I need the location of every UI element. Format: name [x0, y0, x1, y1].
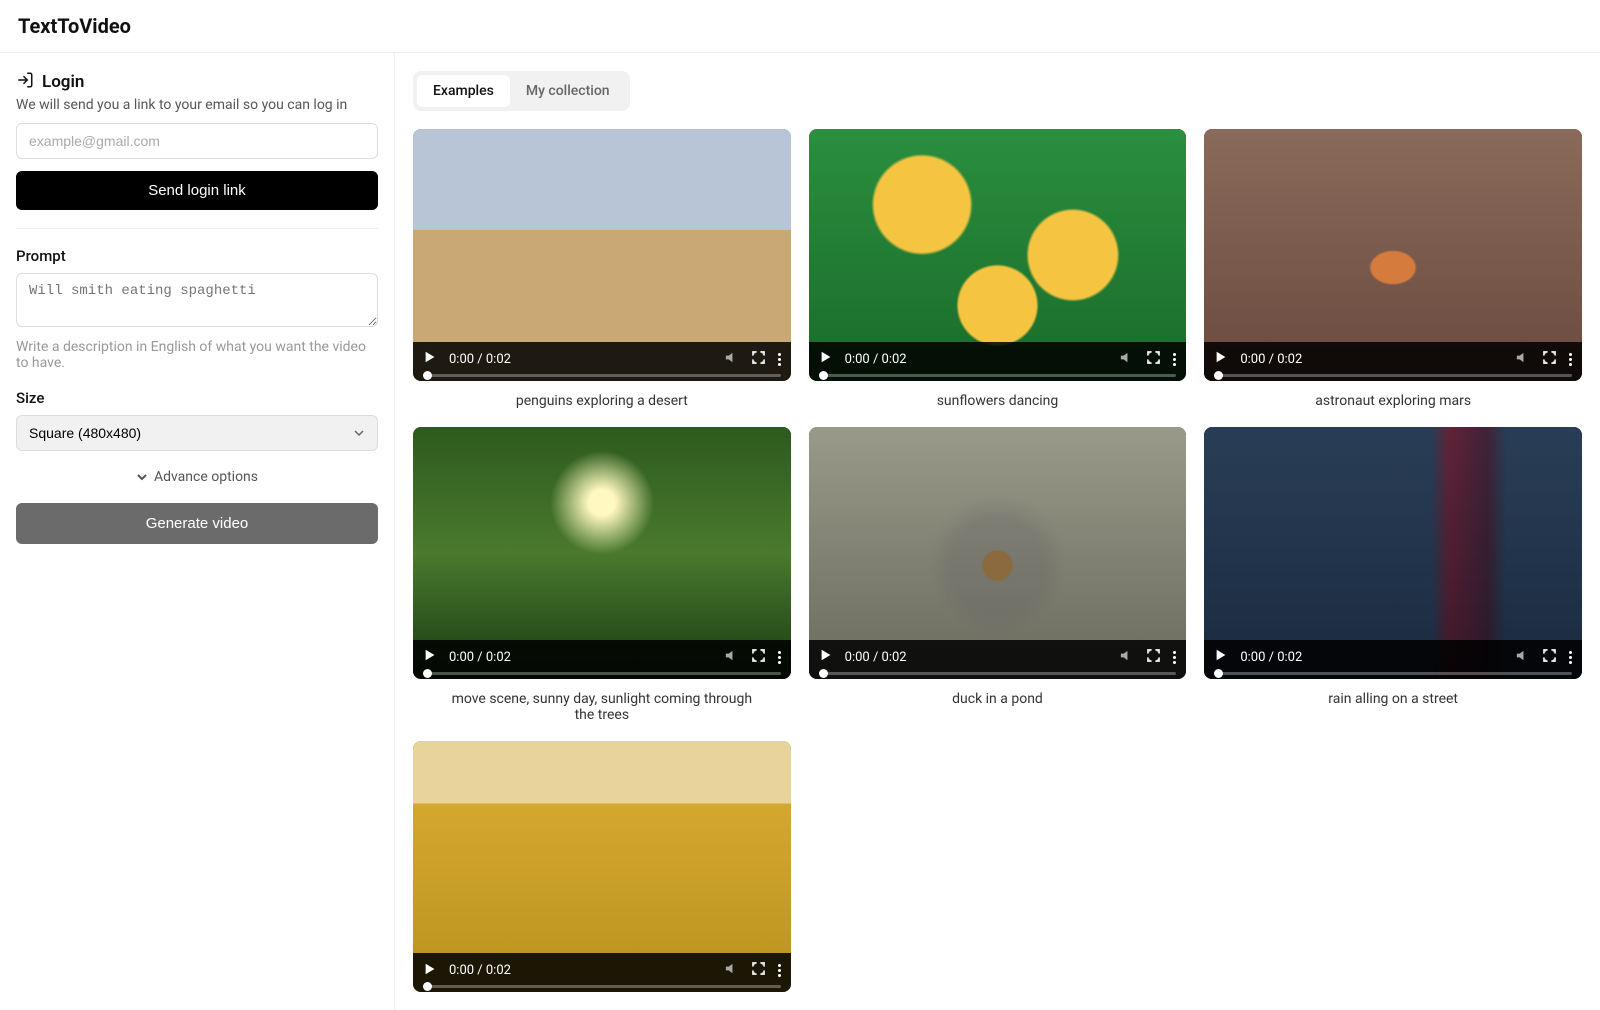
size-select[interactable]: Square (480x480)	[16, 415, 378, 451]
video-player[interactable]: 0:00 / 0:02	[413, 427, 791, 679]
video-time: 0:00 / 0:02	[1240, 352, 1302, 367]
advance-options-toggle[interactable]: Advance options	[16, 469, 378, 485]
volume-icon[interactable]	[724, 648, 739, 667]
example-caption: sunflowers dancing	[937, 393, 1059, 409]
more-icon[interactable]	[1569, 651, 1572, 664]
divider	[16, 228, 378, 229]
play-icon[interactable]	[423, 962, 437, 980]
fullscreen-icon[interactable]	[751, 648, 766, 667]
send-login-button[interactable]: Send login link	[16, 171, 378, 210]
example-card: 0:00 / 0:02 astronaut exploring mars	[1204, 129, 1582, 409]
video-time: 0:00 / 0:02	[449, 963, 511, 978]
volume-icon[interactable]	[1515, 350, 1530, 369]
video-time: 0:00 / 0:02	[845, 352, 907, 367]
tabs: Examples My collection	[413, 71, 630, 111]
play-icon[interactable]	[423, 350, 437, 368]
example-card: 0:00 / 0:02	[413, 741, 791, 993]
example-card: 0:00 / 0:02 penguins exploring a desert	[413, 129, 791, 409]
progress-bar[interactable]	[1214, 374, 1572, 377]
play-icon[interactable]	[1214, 350, 1228, 368]
video-controls: 0:00 / 0:02	[809, 640, 1187, 679]
fullscreen-icon[interactable]	[1542, 648, 1557, 667]
volume-icon[interactable]	[1119, 350, 1134, 369]
play-icon[interactable]	[423, 648, 437, 666]
example-caption: penguins exploring a desert	[516, 393, 688, 409]
video-time: 0:00 / 0:02	[1240, 650, 1302, 665]
video-controls: 0:00 / 0:02	[413, 640, 791, 679]
play-icon[interactable]	[819, 648, 833, 666]
size-label: Size	[16, 389, 378, 407]
more-icon[interactable]	[778, 964, 781, 977]
more-icon[interactable]	[778, 353, 781, 366]
video-controls: 0:00 / 0:02	[1204, 342, 1582, 381]
video-controls: 0:00 / 0:02	[1204, 640, 1582, 679]
volume-icon[interactable]	[724, 961, 739, 980]
more-icon[interactable]	[1173, 651, 1176, 664]
video-time: 0:00 / 0:02	[449, 352, 511, 367]
app-title: TextToVideo	[18, 14, 1582, 38]
progress-bar[interactable]	[423, 374, 781, 377]
video-time: 0:00 / 0:02	[845, 650, 907, 665]
examples-grid: 0:00 / 0:02penguins exploring a desert0:…	[413, 129, 1582, 992]
progress-bar[interactable]	[423, 985, 781, 988]
generate-video-button[interactable]: Generate video	[16, 503, 378, 544]
video-player[interactable]: 0:00 / 0:02	[809, 129, 1187, 381]
fullscreen-icon[interactable]	[751, 961, 766, 980]
main-content: Examples My collection 0:00 / 0:02 pengui…	[395, 53, 1600, 1010]
example-card: 0:00 / 0:02 duck in a pond	[809, 427, 1187, 723]
example-caption: move scene, sunny day, sunlight coming t…	[442, 691, 762, 723]
video-controls: 0:00 / 0:02	[413, 342, 791, 381]
chevron-down-icon	[136, 471, 148, 483]
fullscreen-icon[interactable]	[751, 350, 766, 369]
progress-bar[interactable]	[423, 672, 781, 675]
volume-icon[interactable]	[1515, 648, 1530, 667]
login-title: Login	[42, 72, 84, 92]
tab-my-collection[interactable]: My collection	[510, 75, 626, 107]
more-icon[interactable]	[1569, 353, 1572, 366]
volume-icon[interactable]	[724, 350, 739, 369]
video-player[interactable]: 0:00 / 0:02	[1204, 129, 1582, 381]
video-time: 0:00 / 0:02	[449, 650, 511, 665]
example-card: 0:00 / 0:02 sunflowers dancing	[809, 129, 1187, 409]
progress-bar[interactable]	[1214, 672, 1572, 675]
video-player[interactable]: 0:00 / 0:02	[809, 427, 1187, 679]
advance-options-label: Advance options	[154, 469, 258, 485]
video-controls: 0:00 / 0:02	[809, 342, 1187, 381]
video-player[interactable]: 0:00 / 0:02	[1204, 427, 1582, 679]
volume-icon[interactable]	[1119, 648, 1134, 667]
header: TextToVideo	[0, 0, 1600, 53]
email-input[interactable]	[16, 123, 378, 159]
login-icon	[16, 71, 34, 93]
tab-examples[interactable]: Examples	[417, 75, 510, 107]
video-player[interactable]: 0:00 / 0:02	[413, 129, 791, 381]
more-icon[interactable]	[778, 651, 781, 664]
video-controls: 0:00 / 0:02	[413, 953, 791, 992]
play-icon[interactable]	[1214, 648, 1228, 666]
fullscreen-icon[interactable]	[1146, 350, 1161, 369]
example-card: 0:00 / 0:02 rain alling on a street	[1204, 427, 1582, 723]
example-caption: astronaut exploring mars	[1315, 393, 1471, 409]
example-caption: duck in a pond	[952, 691, 1043, 707]
prompt-label: Prompt	[16, 247, 378, 265]
video-player[interactable]: 0:00 / 0:02	[413, 741, 791, 993]
fullscreen-icon[interactable]	[1542, 350, 1557, 369]
example-card: 0:00 / 0:02 move scene, sunny day, sunlig…	[413, 427, 791, 723]
progress-bar[interactable]	[819, 672, 1177, 675]
sidebar: Login We will send you a link to your em…	[0, 53, 395, 1010]
play-icon[interactable]	[819, 350, 833, 368]
more-icon[interactable]	[1173, 353, 1176, 366]
example-caption: rain alling on a street	[1328, 691, 1458, 707]
login-description: We will send you a link to your email so…	[16, 97, 378, 113]
prompt-textarea[interactable]	[16, 273, 378, 327]
fullscreen-icon[interactable]	[1146, 648, 1161, 667]
progress-bar[interactable]	[819, 374, 1177, 377]
prompt-hint: Write a description in English of what y…	[16, 339, 378, 371]
